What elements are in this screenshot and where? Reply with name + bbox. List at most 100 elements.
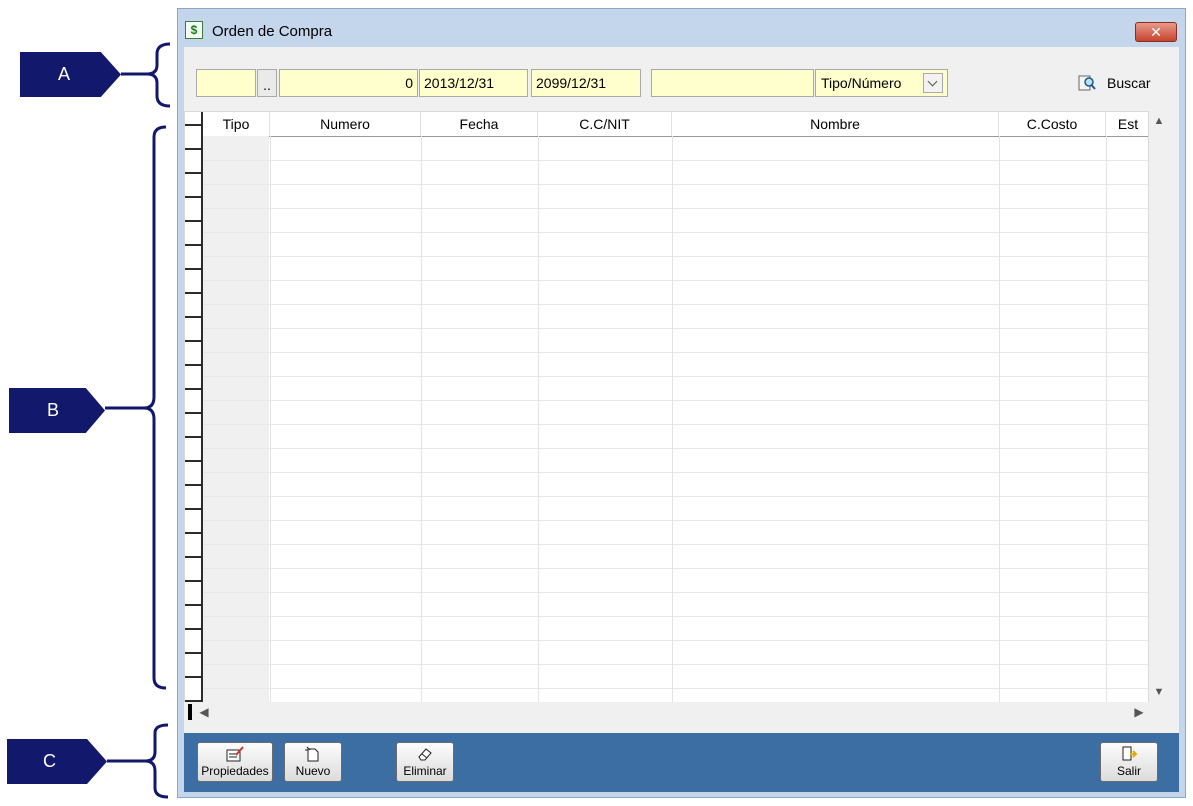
salir-label: Salir	[1116, 764, 1141, 778]
horizontal-scrollbar[interactable]: ◀ ▶	[184, 702, 1169, 722]
grid-row-line	[203, 208, 1148, 209]
callout-c: C	[7, 739, 107, 784]
row-header-tick	[185, 484, 201, 486]
grid-column-line	[672, 136, 673, 720]
orders-grid[interactable]: Tipo Numero Fecha C.C/NIT Nombre C.Costo…	[184, 111, 1149, 721]
nuevo-label: Nuevo	[295, 764, 331, 778]
grid-column-line	[1106, 136, 1107, 720]
grid-row-line	[203, 232, 1148, 233]
row-header-tick	[185, 220, 201, 222]
row-header-tick	[185, 340, 201, 342]
row-header-tick	[185, 580, 201, 582]
row-header-tick	[185, 436, 201, 438]
col-header-nombre[interactable]: Nombre	[672, 112, 999, 136]
nuevo-button[interactable]: Nuevo	[284, 742, 342, 782]
grid-column-line	[999, 136, 1000, 720]
search-button[interactable]: Buscar	[1077, 69, 1151, 97]
grid-row-line	[203, 688, 1148, 689]
grid-row-line	[203, 592, 1148, 593]
grid-row-line	[203, 568, 1148, 569]
grid-row-line	[203, 184, 1148, 185]
tipo-column-fill	[203, 136, 269, 720]
grid-row-line	[203, 544, 1148, 545]
col-header-tipo[interactable]: Tipo	[203, 112, 270, 136]
number-input[interactable]: 0	[279, 69, 418, 97]
orden-compra-window: $ Orden de Compra ✕ .. 0 2013/12/31 2099…	[177, 8, 1186, 798]
search-button-label: Buscar	[1107, 75, 1151, 91]
grid-body[interactable]	[203, 136, 1148, 720]
propiedades-label: Propiedades	[201, 764, 269, 778]
search-icon	[1078, 75, 1096, 91]
row-header-tick	[185, 676, 201, 678]
browse-button[interactable]: ..	[257, 69, 277, 97]
order-by-value: Tipo/Número	[821, 75, 902, 91]
grid-column-line	[421, 136, 422, 720]
grid-row-line	[203, 256, 1148, 257]
col-header-ccnit[interactable]: C.C/NIT	[538, 112, 672, 136]
row-header-tick	[185, 388, 201, 390]
row-header-tick	[185, 628, 201, 630]
row-marker	[188, 704, 192, 720]
window-title: Orden de Compra	[212, 23, 333, 40]
row-header-tick	[185, 604, 201, 606]
grid-row-line	[203, 448, 1148, 449]
col-header-numero[interactable]: Numero	[270, 112, 421, 136]
title-bar[interactable]: $ Orden de Compra ✕	[178, 9, 1185, 47]
grid-row-line	[203, 616, 1148, 617]
grid-header: Tipo Numero Fecha C.C/NIT Nombre C.Costo…	[203, 112, 1148, 137]
row-header-tick	[185, 412, 201, 414]
scroll-up-icon[interactable]: ▲	[1149, 111, 1169, 131]
col-header-fecha[interactable]: Fecha	[421, 112, 538, 136]
row-header-tick	[185, 148, 201, 150]
chevron-down-icon[interactable]	[923, 73, 943, 93]
row-header-tick	[185, 124, 201, 126]
vertical-scrollbar[interactable]: ▲ ▼	[1149, 111, 1169, 702]
code-input[interactable]	[196, 69, 256, 97]
row-header-tick	[185, 244, 201, 246]
row-header-tick	[185, 268, 201, 270]
search-text-input[interactable]	[651, 69, 814, 97]
grid-row-line	[203, 376, 1148, 377]
window-client: .. 0 2013/12/31 2099/12/31 Tipo/Número B…	[184, 47, 1179, 792]
eliminar-label: Eliminar	[403, 764, 447, 778]
row-header-tick	[185, 460, 201, 462]
grid-row-line	[203, 352, 1148, 353]
row-header-tick	[185, 508, 201, 510]
document-money-icon: $	[185, 21, 203, 39]
row-header-tick	[185, 532, 201, 534]
edit-properties-icon	[226, 746, 244, 762]
row-header-tick	[185, 316, 201, 318]
row-header-tick	[185, 172, 201, 174]
exit-door-icon	[1122, 746, 1138, 761]
eliminar-button[interactable]: Eliminar	[396, 742, 454, 782]
grid-row-line	[203, 304, 1148, 305]
row-header-tick	[185, 556, 201, 558]
grid-row-line	[203, 496, 1148, 497]
new-document-icon	[305, 746, 319, 762]
close-button[interactable]: ✕	[1135, 22, 1177, 42]
eraser-icon	[418, 748, 432, 761]
callout-b: B	[9, 388, 105, 433]
grid-row-line	[203, 472, 1148, 473]
scroll-left-icon[interactable]: ◀	[194, 702, 214, 722]
bottom-toolbar: Propiedades Nuevo Eliminar Salir	[184, 733, 1179, 792]
salir-button[interactable]: Salir	[1100, 742, 1158, 782]
grid-row-line	[203, 424, 1148, 425]
date-from-input[interactable]: 2013/12/31	[419, 69, 528, 97]
col-header-est[interactable]: Est	[1106, 112, 1150, 136]
order-by-select[interactable]: Tipo/Número	[815, 69, 948, 97]
row-header-tick	[185, 292, 201, 294]
row-header-tick	[185, 652, 201, 654]
grid-row-line	[203, 400, 1148, 401]
scroll-right-icon[interactable]: ▶	[1129, 702, 1149, 722]
date-to-input[interactable]: 2099/12/31	[531, 69, 641, 97]
propiedades-button[interactable]: Propiedades	[197, 742, 273, 782]
grid-row-line	[203, 160, 1148, 161]
col-header-ccosto[interactable]: C.Costo	[999, 112, 1106, 136]
row-header-column	[185, 112, 203, 720]
filter-toolbar: .. 0 2013/12/31 2099/12/31 Tipo/Número B…	[184, 47, 1179, 111]
grid-row-line	[203, 664, 1148, 665]
grid-row-line	[203, 520, 1148, 521]
row-header-tick	[185, 364, 201, 366]
scroll-down-icon[interactable]: ▼	[1149, 682, 1169, 702]
